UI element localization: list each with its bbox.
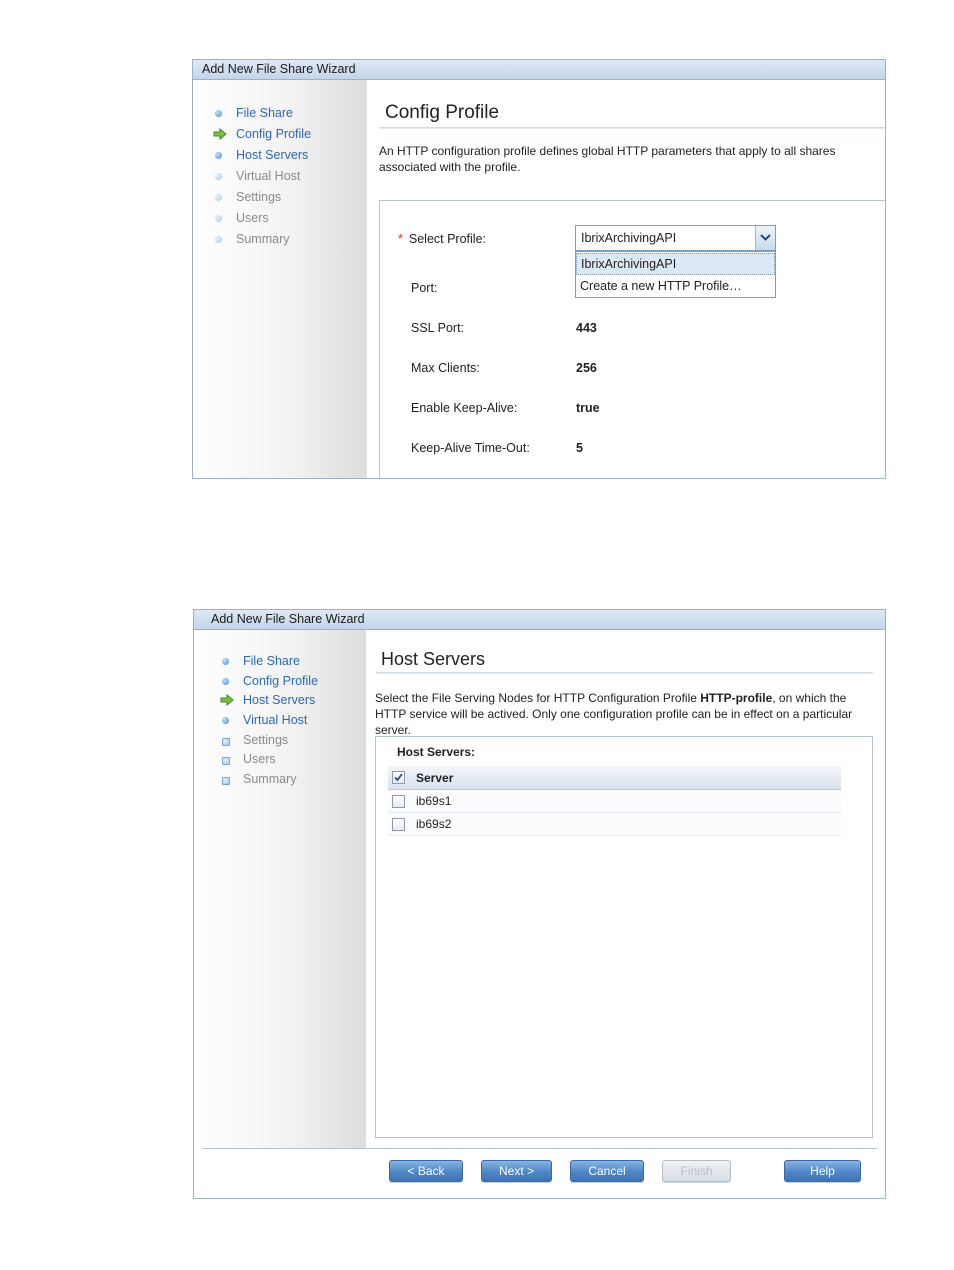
dropdown-option[interactable]: Create a new HTTP Profile… [576, 275, 775, 297]
current-step-arrow-icon [213, 128, 227, 140]
keep-alive-label: Enable Keep-Alive: [411, 401, 518, 415]
step-bullet-icon [215, 152, 222, 159]
host-servers-wizard: Add New File Share Wizard File Share Con… [193, 609, 886, 1199]
select-profile-label: * Select Profile: [398, 232, 486, 246]
dropdown-button[interactable] [755, 226, 775, 250]
max-clients-label: Max Clients: [411, 361, 480, 375]
step-bullet-icon [215, 173, 222, 180]
dropdown-option[interactable]: IbrixArchivingAPI [576, 253, 775, 275]
host-servers-panel: Host Servers: Server ib69s1 ib69s2 [375, 736, 873, 1138]
help-button[interactable]: Help [784, 1160, 861, 1182]
server-name: ib69s2 [416, 817, 452, 831]
page-title: Host Servers [381, 649, 486, 669]
current-step-arrow-icon [220, 694, 234, 706]
checkmark-icon [394, 773, 403, 782]
table-row[interactable]: ib69s1 [388, 790, 841, 813]
chevron-down-icon [760, 234, 771, 241]
profile-select[interactable]: IbrixArchivingAPI [575, 225, 776, 251]
required-marker: * [398, 232, 403, 246]
next-button[interactable]: Next > [481, 1160, 552, 1182]
step-bullet-icon [222, 658, 229, 665]
row-checkbox[interactable] [392, 818, 405, 831]
wizard-step-sidebar: File Share Config Profile Host Servers V… [194, 630, 366, 1148]
server-table-header: Server [388, 766, 841, 790]
server-name: ib69s1 [416, 794, 452, 808]
select-all-checkbox[interactable] [392, 771, 405, 784]
server-column-header[interactable]: Server [416, 771, 453, 785]
keep-alive-value: true [576, 401, 600, 415]
heading-divider [376, 672, 873, 674]
ssl-port-value: 443 [576, 321, 597, 335]
table-row[interactable]: ib69s2 [388, 813, 841, 836]
step-bullet-icon [215, 236, 222, 243]
profile-settings-panel: * Select Profile: IbrixArchivingAPI Ibrix… [379, 200, 885, 478]
profile-select-value: IbrixArchivingAPI [581, 231, 677, 245]
wizard-title-bar: Add New File Share Wizard [194, 610, 885, 630]
heading-divider [379, 127, 885, 129]
step-bullet-icon [222, 717, 229, 724]
host-servers-label: Host Servers: [397, 745, 476, 759]
profile-dropdown-list: IbrixArchivingAPI Create a new HTTP Prof… [575, 251, 776, 298]
ssl-port-label: SSL Port: [411, 321, 465, 335]
button-bar-divider [202, 1148, 877, 1149]
page-description: Select the File Serving Nodes for HTTP C… [375, 691, 853, 737]
page-description: An HTTP configuration profile defines gl… [379, 144, 836, 174]
step-bullet-icon [215, 215, 222, 222]
config-profile-wizard: Add New File Share Wizard File Share Con… [192, 59, 886, 479]
row-checkbox[interactable] [392, 795, 405, 808]
finish-button: Finish [662, 1160, 731, 1182]
port-label: Port: [411, 281, 438, 295]
step-bullet-icon [222, 678, 229, 685]
step-bullet-icon [215, 194, 222, 201]
cancel-button[interactable]: Cancel [570, 1160, 644, 1182]
back-button[interactable]: < Back [389, 1160, 463, 1182]
step-bullet-icon [222, 777, 230, 785]
page-title: Config Profile [385, 102, 500, 123]
step-bullet-icon [222, 738, 230, 746]
wizard-step-sidebar: File Share Config Profile Host Servers V… [193, 80, 367, 478]
step-bullet-icon [215, 110, 222, 117]
max-clients-value: 256 [576, 361, 597, 375]
step-bullet-icon [222, 757, 230, 765]
keep-alive-timeout-label: Keep-Alive Time-Out: [411, 441, 530, 455]
keep-alive-timeout-value: 5 [576, 441, 583, 455]
wizard-title-bar: Add New File Share Wizard [193, 60, 885, 80]
